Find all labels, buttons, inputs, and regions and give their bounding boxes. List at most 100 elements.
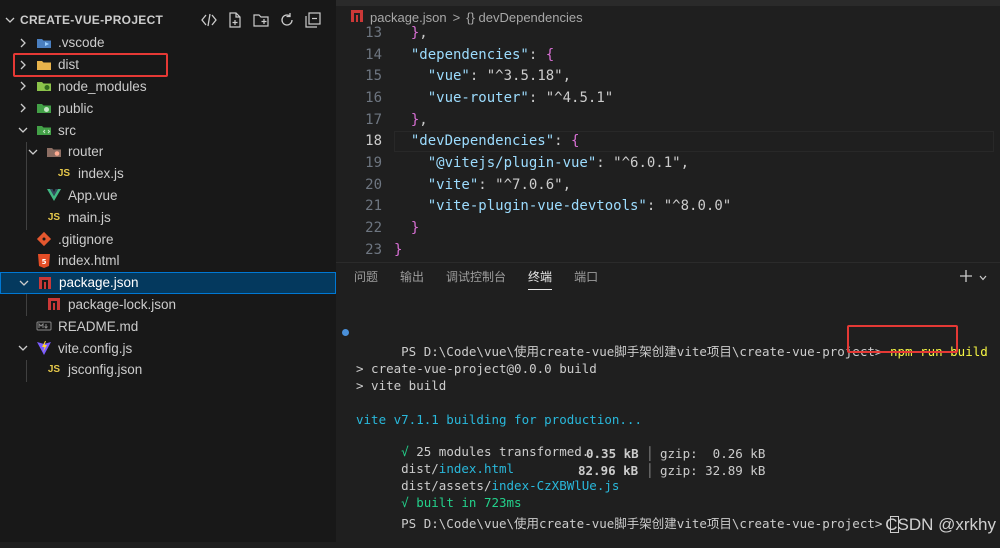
terminal-line: PS D:\Code\vue\使用create-vue脚手架创建vite项目\c… — [356, 498, 899, 548]
terminal-prompt: PS D:\Code\vue\使用create-vue脚手架创建vite项目\c… — [401, 344, 883, 359]
js-icon: JS — [47, 364, 61, 376]
new-folder-icon[interactable] — [252, 11, 270, 29]
svg-text:5: 5 — [42, 258, 47, 266]
new-file-icon[interactable] — [226, 11, 244, 29]
code-line[interactable]: 17 }, — [336, 109, 1000, 131]
tree-item-label: main.js — [68, 209, 111, 225]
code-text: }, — [410, 111, 428, 128]
tree-item-label: index.html — [58, 253, 120, 269]
chevron-down-icon[interactable] — [16, 123, 30, 137]
gzip-size: gzip: 32.89 kB — [660, 463, 766, 478]
line-number: 13 — [365, 24, 382, 41]
tree-item-gitignore[interactable]: .gitignore — [0, 228, 336, 250]
line-number: 16 — [365, 89, 382, 106]
tree-item-jsconfig-json[interactable]: JS jsconfig.json — [0, 359, 336, 381]
explorer-title: CREATE-VUE-PROJECT — [20, 13, 164, 27]
panel-tab[interactable]: 输出 — [400, 268, 424, 290]
code-line[interactable]: 19 "@vitejs/plugin-vue": "^6.0.1", — [336, 152, 1000, 174]
code-line[interactable]: 20 "vite": "^7.0.6", — [336, 174, 1000, 196]
code-line[interactable]: 13 }, — [336, 22, 1000, 44]
file-size: 82.96 kB — [578, 463, 639, 478]
code-text: "vue": "^3.5.18", — [427, 68, 572, 85]
tree-item-label: router — [68, 144, 104, 160]
tree-item-label: .vscode — [58, 35, 105, 51]
line-number: 20 — [365, 176, 382, 193]
panel-tab[interactable]: 问题 — [354, 268, 378, 290]
tree-item-readme-md[interactable]: README.md — [0, 315, 336, 337]
code-line[interactable]: 16 "vue-router": "^4.5.1" — [336, 87, 1000, 109]
panel-tab[interactable]: 端口 — [574, 268, 598, 290]
line-number: 19 — [365, 155, 382, 172]
dist-highlight-box — [13, 53, 168, 77]
tree-item-public[interactable]: public — [0, 97, 336, 119]
chevron-right-icon[interactable] — [16, 36, 30, 50]
public-folder-icon — [36, 100, 52, 116]
vscode-folder-icon — [36, 35, 52, 51]
open-editors-icon[interactable] — [200, 11, 218, 29]
code-text: "dependencies": { — [410, 46, 555, 63]
chevron-right-icon[interactable] — [16, 79, 30, 93]
editor-area: package.json > {} devDependencies 13 }, 1… — [336, 0, 1000, 262]
chevron-down-icon[interactable] — [16, 341, 30, 355]
git-icon — [36, 231, 52, 247]
tree-item-label: index.js — [78, 166, 124, 182]
code-text: }, — [410, 24, 428, 41]
terminal-line: > vite build — [356, 378, 447, 393]
tree-item-package-json[interactable]: package.json — [0, 271, 336, 294]
code-text: "@vitejs/plugin-vue": "^6.0.1", — [427, 155, 690, 172]
tree-item-app-vue[interactable]: App.vue — [0, 185, 336, 207]
tree-item-node-modules[interactable]: node_modules — [0, 76, 336, 98]
refresh-icon[interactable] — [278, 11, 296, 29]
code-text: "vue-router": "^4.5.1" — [427, 89, 614, 106]
panel-tab[interactable]: 调试控制台 — [446, 268, 506, 290]
line-number: 14 — [365, 46, 382, 63]
collapse-all-icon[interactable] — [304, 11, 322, 29]
tree-item-label: public — [58, 100, 94, 116]
tree-item-router[interactable]: router — [0, 141, 336, 163]
gzip-size: gzip: 0.26 kB — [660, 446, 766, 461]
node-folder-icon — [36, 78, 52, 94]
tree-item-src[interactable]: src — [0, 119, 336, 141]
chevron-down-icon[interactable] — [4, 14, 16, 29]
tree-item-label: package-lock.json — [68, 296, 177, 312]
chevron-down-icon[interactable] — [17, 276, 31, 290]
code-line[interactable]: 15 "vue": "^3.5.18", — [336, 65, 1000, 87]
panel-tab[interactable]: 终端 — [528, 268, 553, 290]
code-text: } — [394, 241, 403, 258]
tree-item-package-lock-json[interactable]: package-lock.json — [0, 294, 336, 316]
tree-item-vite-config-js[interactable]: vite.config.js — [0, 337, 336, 359]
tab-strip — [336, 0, 1000, 6]
tree-item-label: jsconfig.json — [68, 362, 143, 378]
add-terminal-icon[interactable] — [958, 268, 974, 289]
explorer-sidebar: CREATE-VUE-PROJECT .vscode dist node_modul… — [0, 0, 336, 542]
panel-tabs: 问题 输出 调试控制台 终端 端口 — [354, 268, 598, 290]
tree-item-main-js[interactable]: JS main.js — [0, 206, 336, 228]
npm-icon — [46, 296, 62, 312]
chevron-down-icon[interactable] — [978, 270, 988, 288]
bottom-panel: 问题 输出 调试控制台 终端 端口 PS D:\Code\vue\使用create-vu… — [336, 262, 1000, 543]
code-line[interactable]: 14 "dependencies": { — [336, 44, 1000, 66]
code-line[interactable]: 22 } — [336, 217, 1000, 239]
line-number: 18 — [365, 133, 382, 150]
command-highlight-box — [847, 325, 958, 353]
tree-item-label: src — [58, 122, 76, 138]
code-text: } — [410, 220, 420, 237]
command-status-dot — [342, 329, 349, 336]
separator: │ — [646, 463, 654, 478]
line-number: 17 — [365, 111, 382, 128]
vite-icon — [36, 340, 52, 356]
tree-item-index-html[interactable]: 5 index.html — [0, 250, 336, 272]
code-line[interactable]: 23} — [336, 239, 1000, 261]
code-line[interactable]: 21 "vite-plugin-vue-devtools": "^8.0.0" — [336, 196, 1000, 218]
chevron-right-icon[interactable] — [16, 101, 30, 115]
tree-item-vscode[interactable]: .vscode — [0, 32, 336, 54]
chevron-down-icon[interactable] — [26, 145, 40, 159]
tree-item-index-js[interactable]: JS index.js — [0, 163, 336, 185]
tree-item-label: .gitignore — [58, 231, 114, 247]
line-number: 22 — [365, 220, 382, 237]
